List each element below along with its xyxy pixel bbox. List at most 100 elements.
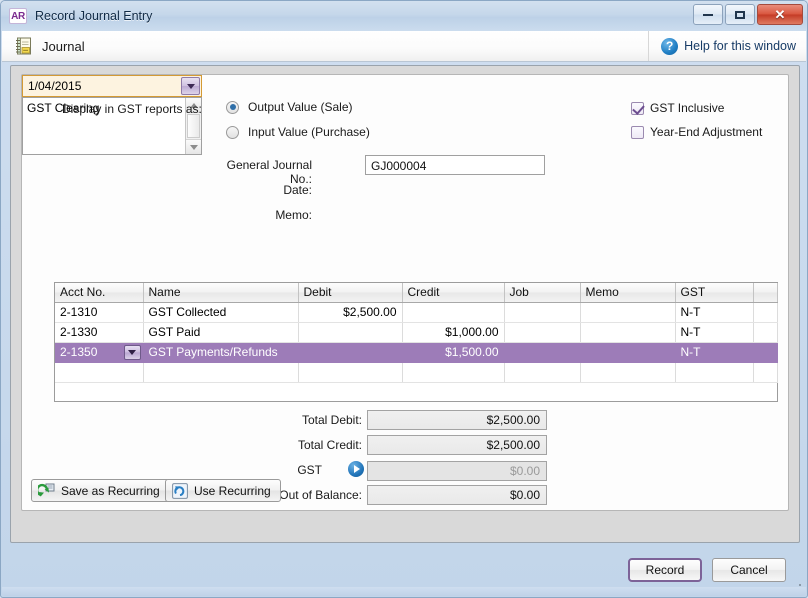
- record-journal-entry-window: AR Record Journal Entry ✕ Journal ? Help…: [0, 0, 808, 598]
- scroll-down-button[interactable]: [186, 139, 201, 154]
- chevron-down-icon: [128, 349, 136, 355]
- window-bottom-strip: [2, 587, 806, 596]
- cell-acct-no[interactable]: 2-1310: [55, 302, 144, 323]
- cell-job[interactable]: [504, 302, 581, 323]
- radio-selected-icon: [226, 100, 239, 114]
- cell-spacer: [753, 362, 778, 383]
- cell-memo[interactable]: [580, 322, 676, 343]
- journal-icon: [16, 37, 31, 55]
- cell-name[interactable]: GST Paid: [143, 322, 299, 343]
- table-row[interactable]: [55, 362, 778, 383]
- column-header-memo[interactable]: Memo: [580, 283, 676, 303]
- total-debit-value: $2,500.00: [367, 410, 547, 430]
- display-in-gst-reports-label: Display in GST reports as:: [62, 102, 202, 116]
- checkbox-year-end-adjustment[interactable]: Year-End Adjustment: [631, 125, 762, 139]
- cell-name[interactable]: GST Payments/Refunds: [143, 341, 299, 363]
- recurring-save-icon: [38, 483, 55, 497]
- cell-acct-no[interactable]: [55, 362, 144, 383]
- cell-debit[interactable]: [298, 341, 403, 363]
- cell-memo[interactable]: [580, 362, 676, 383]
- cell-spacer: [753, 341, 778, 363]
- calendar-dropdown-button[interactable]: [181, 77, 200, 95]
- date-input[interactable]: 1/04/2015: [22, 75, 202, 97]
- column-header-job[interactable]: Job: [504, 283, 581, 303]
- cell-gst[interactable]: N-T: [675, 341, 754, 363]
- column-header-gst[interactable]: GST: [675, 283, 754, 303]
- use-recurring-button[interactable]: Use Recurring: [165, 479, 281, 502]
- cell-job[interactable]: [504, 341, 581, 363]
- cell-debit[interactable]: [298, 362, 403, 383]
- checkbox-gst-inclusive-label: GST Inclusive: [650, 101, 725, 115]
- column-header-name[interactable]: Name: [143, 283, 299, 303]
- record-button[interactable]: Record: [628, 558, 702, 582]
- cell-name[interactable]: GST Collected: [143, 302, 299, 323]
- app-badge: AR: [9, 8, 27, 24]
- table-row-selected[interactable]: 2-1350 GST Payments/Refunds $1,500.00 N-…: [55, 341, 778, 363]
- cell-job[interactable]: [504, 322, 581, 343]
- help-link-label: Help for this window: [684, 39, 796, 53]
- cell-gst[interactable]: N-T: [675, 322, 754, 343]
- window-controls: ✕: [693, 4, 803, 25]
- content-area: Display in GST reports as: Output Value …: [10, 65, 800, 543]
- cell-spacer: [753, 322, 778, 343]
- cell-acct-no[interactable]: 2-1350: [55, 341, 144, 363]
- page-title: Journal: [42, 38, 85, 54]
- cell-credit[interactable]: [402, 362, 505, 383]
- cell-acct-no-value: 2-1350: [60, 345, 98, 359]
- date-input-value: 1/04/2015: [28, 79, 82, 93]
- blue-arrow-right-icon[interactable]: [348, 461, 364, 477]
- cell-memo[interactable]: [580, 302, 676, 323]
- total-credit-label: Total Credit:: [297, 438, 362, 452]
- column-header-credit[interactable]: Credit: [402, 283, 505, 303]
- help-for-this-window-link[interactable]: ? Help for this window: [648, 31, 796, 61]
- journal-lines-grid[interactable]: Acct No. Name Debit Credit Job Memo GST: [54, 282, 778, 402]
- journal-lines-table: Acct No. Name Debit Credit Job Memo GST: [55, 283, 778, 383]
- save-as-recurring-label: Save as Recurring: [61, 483, 160, 498]
- radio-input-value-purchase-label: Input Value (Purchase): [248, 125, 370, 139]
- cell-memo[interactable]: [580, 341, 676, 363]
- memo-label: Memo:: [275, 208, 312, 222]
- cancel-button[interactable]: Cancel: [712, 558, 786, 582]
- maximize-button[interactable]: [725, 4, 755, 25]
- checkbox-gst-inclusive[interactable]: GST Inclusive: [631, 101, 724, 115]
- cell-debit[interactable]: $2,500.00: [298, 302, 403, 323]
- cell-job[interactable]: [504, 362, 581, 383]
- cell-debit[interactable]: [298, 322, 403, 343]
- radio-output-value-sale[interactable]: Output Value (Sale): [226, 100, 353, 114]
- out-of-balance-value: $0.00: [367, 485, 547, 505]
- column-header-acct-no[interactable]: Acct No.: [55, 283, 144, 303]
- cell-credit[interactable]: $1,500.00: [402, 341, 505, 363]
- checkbox-checked-icon: [631, 101, 644, 115]
- form-panel: Display in GST reports as: Output Value …: [21, 74, 789, 511]
- table-row[interactable]: 2-1310 GST Collected $2,500.00 N-T: [55, 302, 778, 323]
- table-row[interactable]: 2-1330 GST Paid $1,000.00 N-T: [55, 322, 778, 343]
- scrollbar-thumb[interactable]: [187, 114, 200, 138]
- radio-input-value-purchase[interactable]: Input Value (Purchase): [226, 125, 370, 139]
- cell-credit[interactable]: [402, 302, 505, 323]
- close-button[interactable]: ✕: [757, 4, 803, 25]
- cell-gst[interactable]: [675, 362, 754, 383]
- general-journal-no-input[interactable]: GJ000004: [365, 155, 545, 175]
- gst-value: $0.00: [367, 461, 547, 481]
- column-header-spacer: [753, 283, 778, 303]
- cell-gst[interactable]: N-T: [675, 302, 754, 323]
- checkbox-unchecked-icon: [631, 125, 644, 139]
- checkbox-year-end-adjustment-label: Year-End Adjustment: [650, 125, 763, 139]
- column-header-debit[interactable]: Debit: [298, 283, 403, 303]
- cell-credit[interactable]: $1,000.00: [402, 322, 505, 343]
- general-journal-no-label: General Journal No.:: [226, 158, 312, 186]
- maximize-icon: [735, 10, 745, 19]
- radio-unselected-icon: [226, 125, 239, 139]
- close-icon: ✕: [774, 7, 786, 22]
- save-as-recurring-button[interactable]: Save as Recurring: [31, 479, 170, 502]
- acct-dropdown-button[interactable]: [123, 344, 141, 360]
- window-title: Record Journal Entry: [35, 9, 153, 23]
- recurring-refresh-icon: [172, 482, 188, 499]
- question-mark-icon: ?: [661, 37, 679, 55]
- gst-label: GST: [297, 463, 322, 477]
- minimize-button[interactable]: [693, 4, 723, 25]
- minimize-icon: [703, 13, 713, 16]
- cell-acct-no[interactable]: 2-1330: [55, 322, 144, 343]
- cell-name[interactable]: [143, 362, 299, 383]
- caret-down-icon: [189, 144, 198, 150]
